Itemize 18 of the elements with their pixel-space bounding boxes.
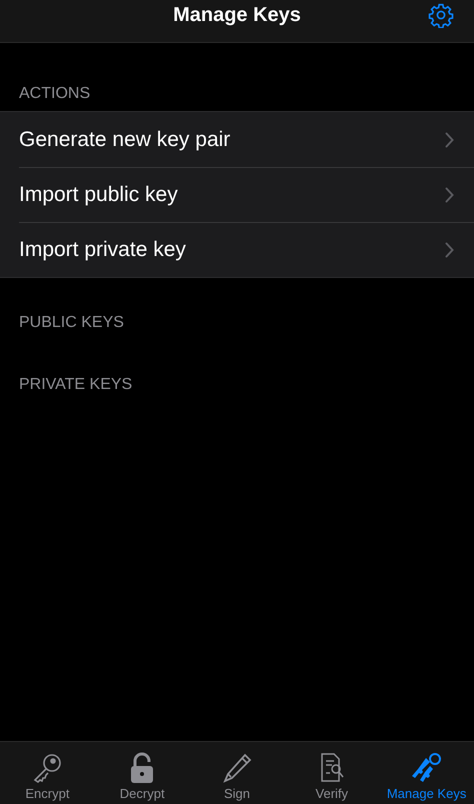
section-header: PUBLIC KEYS — [18, 314, 125, 333]
settings-icon[interactable] — [428, 2, 454, 28]
list-item[interactable]: Import public key — [0, 167, 474, 222]
tab[interactable]: Manage Keys — [379, 742, 474, 804]
chevron-icon — [445, 242, 454, 258]
section-header: ACTIONS — [18, 85, 92, 104]
list-item[interactable]: Generate new key pair — [0, 112, 474, 167]
tab[interactable]: Encrypt — [0, 742, 95, 804]
screen-title: Manage Keys — [173, 4, 301, 26]
chevron-icon — [445, 186, 454, 202]
tab[interactable]: Sign — [190, 742, 284, 804]
pencil-icon — [220, 752, 253, 784]
chevron-icon — [445, 132, 454, 148]
tab[interactable]: Decrypt — [94, 742, 190, 804]
keys-icon — [410, 752, 444, 784]
list-item[interactable]: Import private key — [0, 222, 474, 277]
section-header: PRIVATE KEYS — [18, 376, 134, 395]
tab[interactable]: Verify — [284, 742, 380, 804]
